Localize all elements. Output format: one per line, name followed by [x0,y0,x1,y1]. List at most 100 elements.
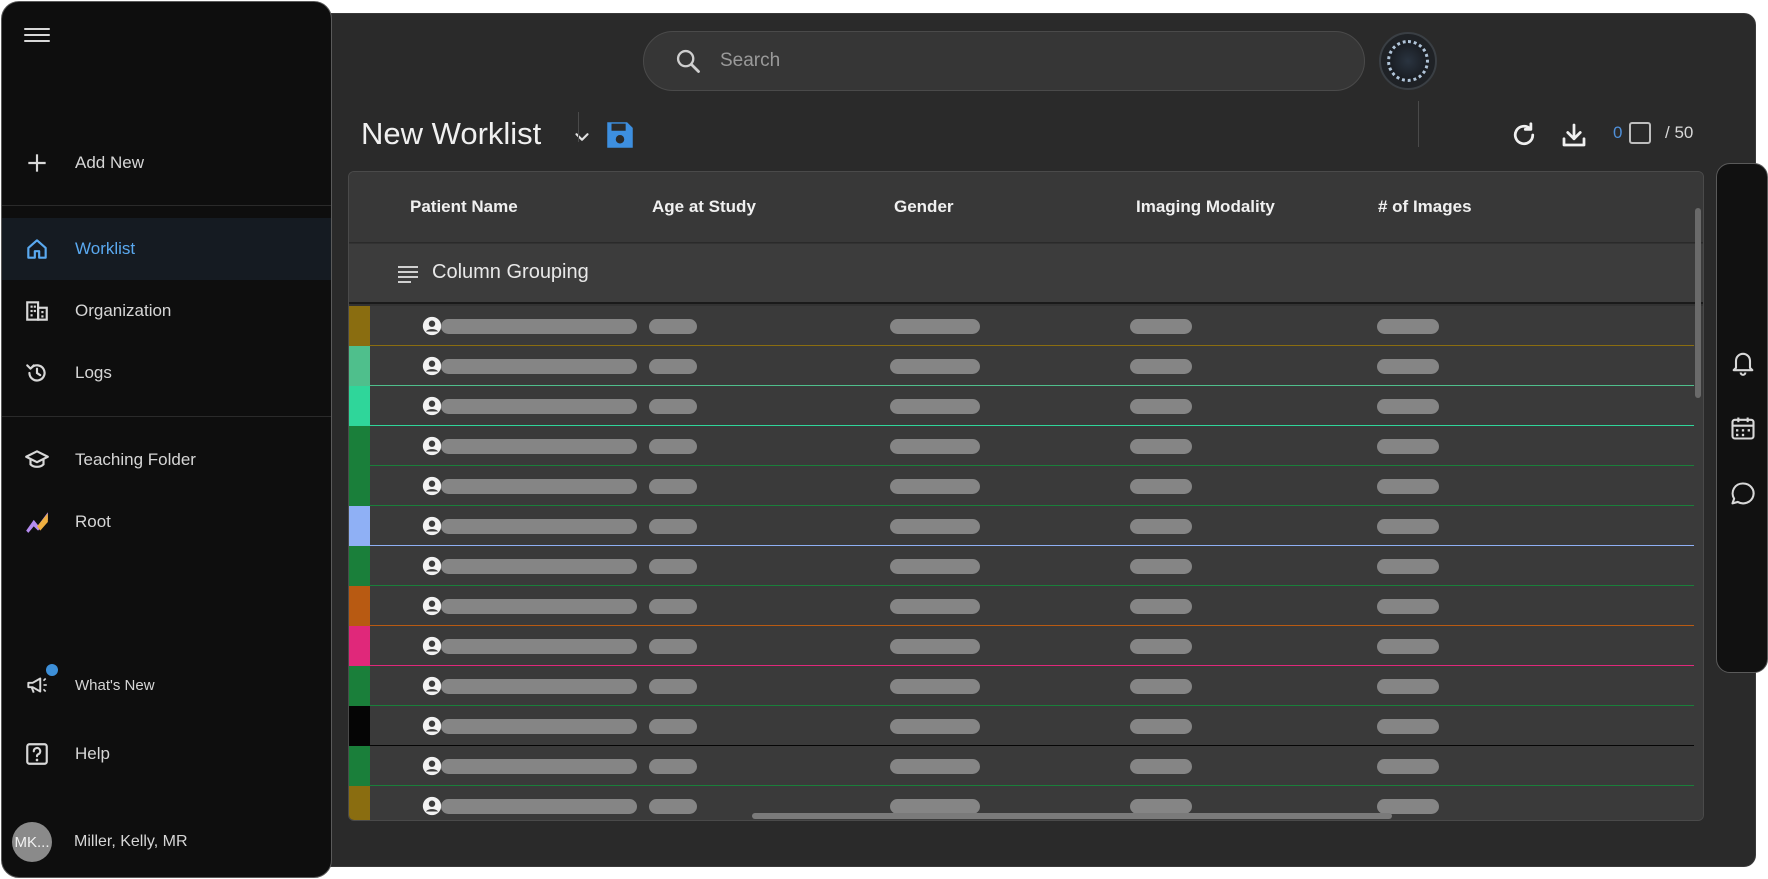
loading-placeholder [441,519,637,534]
sidebar-divider [2,416,331,417]
add-new-label: Add New [75,153,144,172]
patient-avatar-icon [422,556,442,576]
sidebar-item-organization[interactable]: Organization [2,280,331,342]
loading-placeholder [649,599,697,614]
loading-placeholder [1377,719,1439,734]
download-icon[interactable] [1559,120,1589,150]
hamburger-menu-icon[interactable] [24,24,50,48]
loading-placeholder [1377,359,1439,374]
loading-placeholder [1130,359,1192,374]
vertical-scrollbar[interactable] [1695,208,1701,398]
search-bar[interactable] [643,31,1365,91]
loading-placeholder [1377,399,1439,414]
loading-placeholder [441,399,637,414]
patient-avatar-icon [422,436,442,456]
loading-placeholder [441,799,637,814]
loading-placeholder [1377,479,1439,494]
table-row[interactable] [349,706,1703,746]
column-header-gender[interactable]: Gender [894,197,954,217]
row-color-stripe [349,786,370,820]
loading-placeholder [1130,519,1192,534]
loading-placeholder [649,439,697,454]
loading-placeholder [649,559,697,574]
loading-placeholder [1130,719,1192,734]
patient-avatar-icon [422,396,442,416]
loading-placeholder [1130,319,1192,334]
chat-icon[interactable] [1729,480,1757,508]
table-row[interactable] [349,426,1703,466]
loading-placeholder [649,759,697,774]
total-count: / 50 [1665,123,1694,142]
loading-placeholder [441,599,637,614]
column-header-number-of-images[interactable]: # of Images [1378,197,1472,217]
loading-placeholder [1130,599,1192,614]
sidebar-item-root[interactable]: Root [2,491,331,553]
patient-avatar-icon [422,636,442,656]
loading-placeholder [1130,479,1192,494]
loading-placeholder [1377,759,1439,774]
loading-placeholder [649,519,697,534]
whats-new-button[interactable]: What's New [2,654,331,716]
save-icon[interactable] [603,118,637,152]
status-orb-button[interactable] [1379,32,1437,90]
toolbar-divider [578,112,579,142]
refresh-icon[interactable] [1509,120,1539,150]
loading-placeholder [649,799,697,814]
table-header: Patient Name Age at Study Gender Imaging… [349,172,1703,243]
table-row[interactable] [349,386,1703,426]
whats-new-label: What's New [75,676,155,694]
add-new-button[interactable]: Add New [2,132,331,194]
loading-placeholder [1377,439,1439,454]
table-row[interactable] [349,666,1703,706]
user-profile[interactable]: MK... Miller, Kelly, MR [12,822,188,862]
loading-placeholder [441,719,637,734]
loading-placeholder [890,399,980,414]
table-row[interactable] [349,746,1703,786]
table-row[interactable] [349,626,1703,666]
loading-placeholder [441,439,637,454]
table-row[interactable] [349,586,1703,626]
column-header-age-at-study[interactable]: Age at Study [652,197,756,217]
search-input[interactable] [720,50,1320,72]
loading-placeholder [441,639,637,654]
sidebar-item-label: Logs [75,363,112,382]
calendar-icon[interactable] [1729,414,1757,442]
user-name: Miller, Kelly, MR [74,833,188,850]
loading-placeholder [441,759,637,774]
graduation-cap-icon [25,450,49,468]
loading-placeholder [649,679,697,694]
row-color-stripe [349,666,370,706]
column-header-patient-name[interactable]: Patient Name [410,197,518,217]
loading-placeholder [890,759,980,774]
help-button[interactable]: Help [2,723,331,785]
table-row[interactable] [349,466,1703,506]
loading-placeholder [1130,399,1192,414]
sidebar-item-worklist[interactable]: Worklist [2,218,331,280]
table-row[interactable] [349,546,1703,586]
bell-icon[interactable] [1729,348,1757,376]
loading-placeholder [890,359,980,374]
loading-placeholder [1377,559,1439,574]
horizontal-scrollbar[interactable] [752,813,1392,819]
megaphone-icon [27,677,47,693]
worklist-table: Patient Name Age at Study Gender Imaging… [348,171,1704,821]
loading-placeholder [890,719,980,734]
sidebar-item-logs[interactable]: Logs [2,342,331,404]
select-all-checkbox[interactable] [1629,122,1651,144]
main-panel: New Worklist 0 / 50 Patient Name Age at … [300,13,1756,867]
table-row[interactable] [349,346,1703,386]
loading-placeholder [441,359,637,374]
loading-placeholder [441,479,637,494]
loading-placeholder [890,679,980,694]
row-color-stripe [349,586,370,626]
patient-avatar-icon [422,676,442,696]
column-grouping-bar[interactable]: Column Grouping [349,244,1703,304]
table-row[interactable] [349,306,1703,346]
table-row[interactable] [349,506,1703,546]
loading-placeholder [1377,599,1439,614]
column-header-imaging-modality[interactable]: Imaging Modality [1136,197,1275,217]
patient-avatar-icon [422,476,442,496]
row-color-stripe [349,506,370,546]
chevron-down-icon[interactable] [571,126,593,148]
sidebar-item-teaching-folder[interactable]: Teaching Folder [2,429,331,491]
